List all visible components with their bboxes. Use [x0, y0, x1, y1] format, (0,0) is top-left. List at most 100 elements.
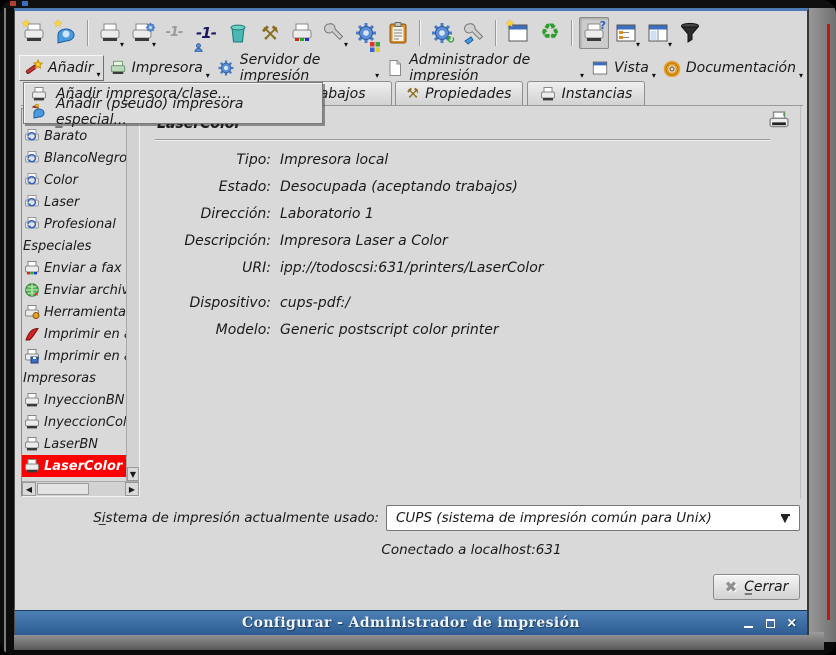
list-item[interactable]: InyeccionCol	[22, 411, 126, 433]
print-system-label: Si̲stema de impresión actualmente usado:	[15, 510, 386, 526]
chevron-down-icon: ▾	[652, 72, 656, 80]
hammer-tools-icon: ⚒	[261, 21, 279, 45]
maximize-button[interactable]	[763, 616, 777, 630]
window-shadow-right	[806, 6, 836, 642]
filter-button[interactable]	[675, 17, 705, 49]
jobs-clipboard-button[interactable]	[383, 17, 413, 49]
paper-icon	[386, 59, 404, 77]
chevron-down-icon[interactable]: ▼	[775, 510, 795, 527]
add-special-printer-wizard-button[interactable]: ★	[51, 17, 81, 49]
add-printer-wizard-button[interactable]: ★	[19, 17, 49, 49]
vertical-scrollbar[interactable]: ▼	[126, 109, 139, 481]
fax-printer-icon	[24, 260, 40, 276]
detail-row: Estado:Desocupada (aceptando trabajos)	[149, 179, 792, 206]
scrollbar-thumb[interactable]	[37, 483, 89, 495]
close-x-icon: ✖	[725, 578, 738, 596]
window-titlebar[interactable]: Configurar - Administrador de impresión …	[15, 610, 807, 635]
wizard-star-icon: ★	[53, 17, 63, 30]
list-item[interactable]: Herramienta	[22, 301, 126, 323]
close-window-button[interactable]: ✕	[785, 616, 799, 630]
close-button[interactable]: ✖ C̲errar	[713, 574, 800, 600]
test-printer-button[interactable]	[287, 17, 317, 49]
refresh-button[interactable]: ♻	[535, 17, 565, 49]
chevron-down-icon: ▾	[344, 41, 348, 49]
detail-row: Descripción:Impresora Laser a Color	[149, 233, 792, 260]
class-printer-icon	[24, 216, 40, 232]
tab-instancias[interactable]: Instancias	[527, 81, 645, 105]
windows-flag-icon	[370, 37, 380, 47]
list-item[interactable]: Profesional	[22, 213, 126, 235]
scroll-left-button[interactable]: ◀	[22, 482, 36, 496]
printer-gear-button[interactable]: ▾	[127, 17, 157, 49]
minimize-button[interactable]	[741, 616, 755, 630]
printer-icon	[109, 59, 127, 77]
list-item[interactable]: Imprimir en a	[22, 345, 126, 367]
chevron-down-icon: ▾	[120, 41, 124, 49]
menu-item-anadir-pseudo-impresora[interactable]: Añadir (pseudo) impresora e̲special...	[25, 103, 321, 121]
menu-vista[interactable]: Vista▾	[586, 55, 658, 81]
list-item[interactable]: Enviar archiv	[22, 279, 126, 301]
set-user-default-button[interactable]: -1-	[191, 17, 221, 49]
menu-label: Servidor de impresión	[240, 52, 372, 84]
class-printer-icon	[24, 128, 40, 144]
menu-anadir[interactable]: Añadir▾	[19, 55, 104, 81]
desktop-fragment-left-line	[4, 0, 6, 655]
print-system-select[interactable]: CUPS (sistema de impresión común para Un…	[386, 505, 800, 531]
driver-export-button[interactable]	[351, 17, 381, 49]
list-item-selected[interactable]: LaserColor	[22, 455, 126, 477]
printer-info-toggle-button[interactable]: ?	[579, 17, 609, 49]
question-icon: ?	[600, 19, 606, 32]
list-item[interactable]: BlancoNegro	[22, 147, 126, 169]
toolbar-separator	[571, 20, 573, 46]
gear-icon	[217, 59, 235, 77]
list-item[interactable]: Enviar a fax	[22, 257, 126, 279]
scroll-right-button[interactable]: ▶	[125, 482, 139, 496]
list-category: Especiales	[22, 235, 126, 257]
list-category: Impresoras	[22, 367, 126, 389]
list-item[interactable]: Imprimir en a	[22, 323, 126, 345]
set-local-default-button[interactable]: -1-	[159, 17, 189, 49]
tree-view-button[interactable]: ▾	[611, 17, 641, 49]
printer-tools-button[interactable]: ⚒	[255, 17, 285, 49]
scroll-down-button[interactable]: ▼	[127, 467, 139, 481]
refresh-mini-icon: ↻	[447, 35, 455, 46]
window-controls: ✕	[741, 611, 799, 635]
menu-documentacion[interactable]: Documentación▾	[658, 55, 805, 81]
server-restart-button[interactable]: ↻	[427, 17, 457, 49]
printer-icon	[768, 110, 790, 132]
menu-servidor-impresion[interactable]: Servidor de impresión▾	[212, 55, 381, 81]
maintenance-wrench-button[interactable]: ▾	[319, 17, 349, 49]
column-view-button[interactable]: ▾	[643, 17, 673, 49]
printer-copies-button[interactable]: ▾	[95, 17, 125, 49]
donut-icon	[663, 59, 681, 77]
tab-propiedades[interactable]: ⚒Propiedades	[395, 81, 523, 105]
printer-icon	[24, 458, 40, 474]
list-item[interactable]: Barato	[22, 125, 126, 147]
list-item[interactable]: Laser	[22, 191, 126, 213]
detail-row: Tipo:Impresora local	[149, 152, 792, 179]
wizard-star-icon: ★	[21, 17, 31, 30]
window-icon	[591, 59, 609, 77]
chevron-down-icon: ▾	[580, 72, 584, 80]
menu-label: Impresora	[132, 60, 203, 76]
list-item[interactable]: InyeccionBN	[22, 389, 126, 411]
menu-impresora[interactable]: Impresora▾	[104, 55, 212, 81]
list-item[interactable]: Color	[22, 169, 126, 191]
menu-administrador-impresion[interactable]: Administrador de impresión▾	[381, 55, 586, 81]
class-printer-icon	[24, 172, 40, 188]
chevron-down-icon: ▾	[668, 41, 672, 49]
detail-row: URI:ipp://todoscsi:631/printers/LaserCol…	[149, 260, 792, 287]
wizard-window-button[interactable]: ★	[503, 17, 533, 49]
horizontal-scrollbar[interactable]: ◀ ▶	[22, 481, 139, 496]
wand-icon	[25, 59, 43, 77]
list-item[interactable]: LaserBN	[22, 433, 126, 455]
send-file-icon	[24, 282, 40, 298]
chevron-down-icon: ▾	[206, 72, 210, 80]
window-title: Configurar - Administrador de impresión	[242, 615, 580, 631]
printer-icon	[540, 86, 556, 102]
remove-printer-button[interactable]	[223, 17, 253, 49]
close-button-container: ✖ C̲errar	[713, 574, 800, 600]
printer-icon	[24, 392, 40, 408]
add-printer-icon	[31, 86, 47, 102]
server-configure-button[interactable]	[459, 17, 489, 49]
